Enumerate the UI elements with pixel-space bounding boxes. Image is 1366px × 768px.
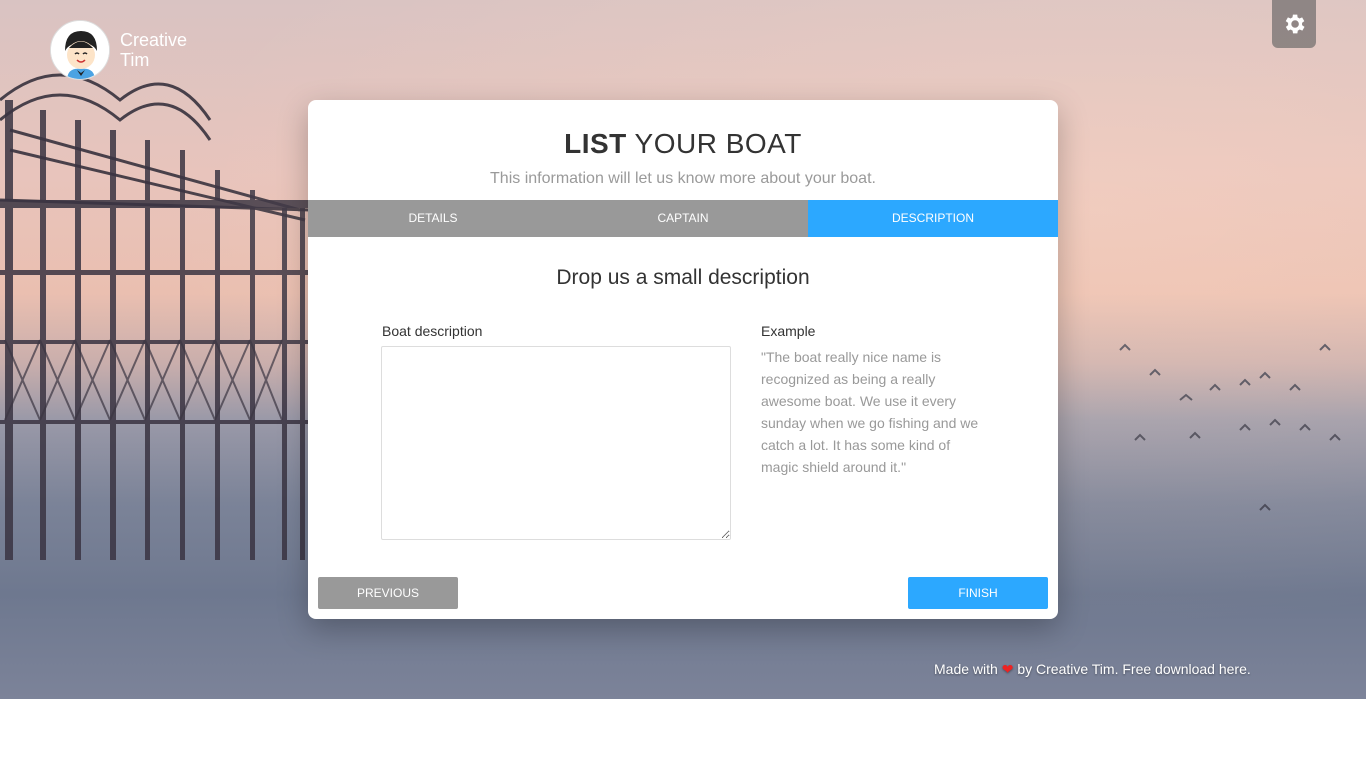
boat-description-label: Boat description <box>382 323 483 339</box>
previous-button[interactable]: PREVIOUS <box>318 577 458 609</box>
tab-details[interactable]: DETAILS <box>308 200 558 237</box>
tab-captain[interactable]: CAPTAIN <box>558 200 808 237</box>
avatar <box>50 20 110 80</box>
wizard-card: LIST YOUR BOAT This information will let… <box>308 100 1058 619</box>
free-download-link[interactable]: Free download here. <box>1122 661 1250 677</box>
wizard-title-rest: YOUR BOAT <box>634 128 802 159</box>
wizard-title-bold: LIST <box>564 128 627 159</box>
brand-name: Creative Tim <box>120 30 188 70</box>
brand[interactable]: Creative Tim <box>50 20 200 80</box>
footer-by: by Creative Tim. <box>1017 661 1119 677</box>
tab-description[interactable]: DESCRIPTION <box>808 200 1058 237</box>
heart-icon: ❤ <box>1001 661 1014 677</box>
settings-button[interactable] <box>1272 0 1316 48</box>
boat-description-input[interactable] <box>381 346 731 540</box>
wizard-subtitle: This information will let us know more a… <box>490 170 876 187</box>
pier-illustration <box>0 73 311 560</box>
wizard-title: LIST YOUR BOAT <box>308 128 1058 160</box>
footer-credits: Made with ❤ by Creative Tim. Free downlo… <box>934 661 1251 678</box>
example-text: "The boat really nice name is recognized… <box>761 349 979 475</box>
seagulls-decoration <box>1119 343 1341 511</box>
gear-icon <box>1285 14 1305 34</box>
wizard-tabs: DETAILS CAPTAIN DESCRIPTION <box>308 200 1058 237</box>
footer-prefix: Made with <box>934 661 998 677</box>
step-title: Drop us a small description <box>556 266 810 289</box>
finish-button[interactable]: FINISH <box>908 577 1048 609</box>
example-label: Example <box>761 323 816 339</box>
